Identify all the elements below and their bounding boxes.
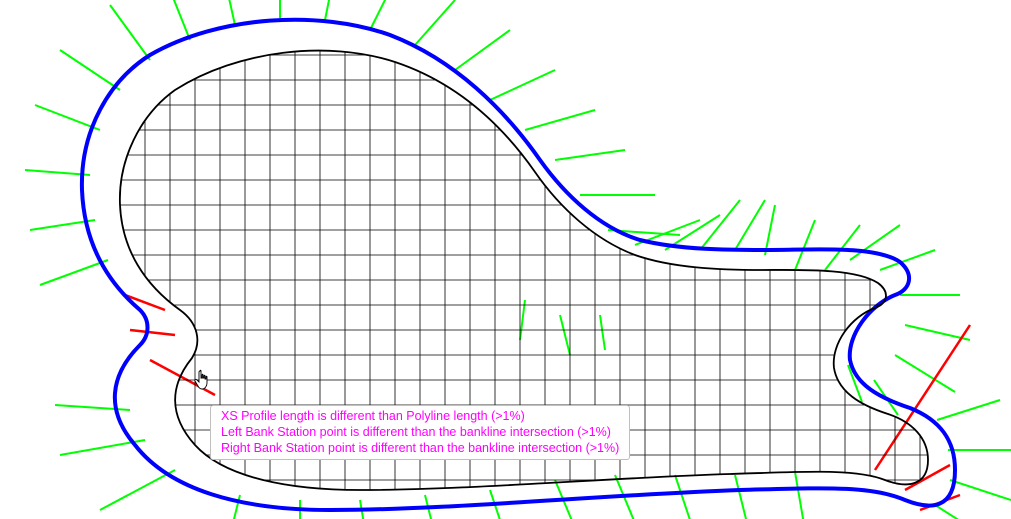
tooltip-line-2: Left Bank Station point is different tha… [221, 424, 619, 440]
error-tooltip: XS Profile length is different than Poly… [210, 405, 630, 460]
tooltip-line-3: Right Bank Station point is different th… [221, 440, 619, 456]
tooltip-line-1: XS Profile length is different than Poly… [221, 408, 619, 424]
